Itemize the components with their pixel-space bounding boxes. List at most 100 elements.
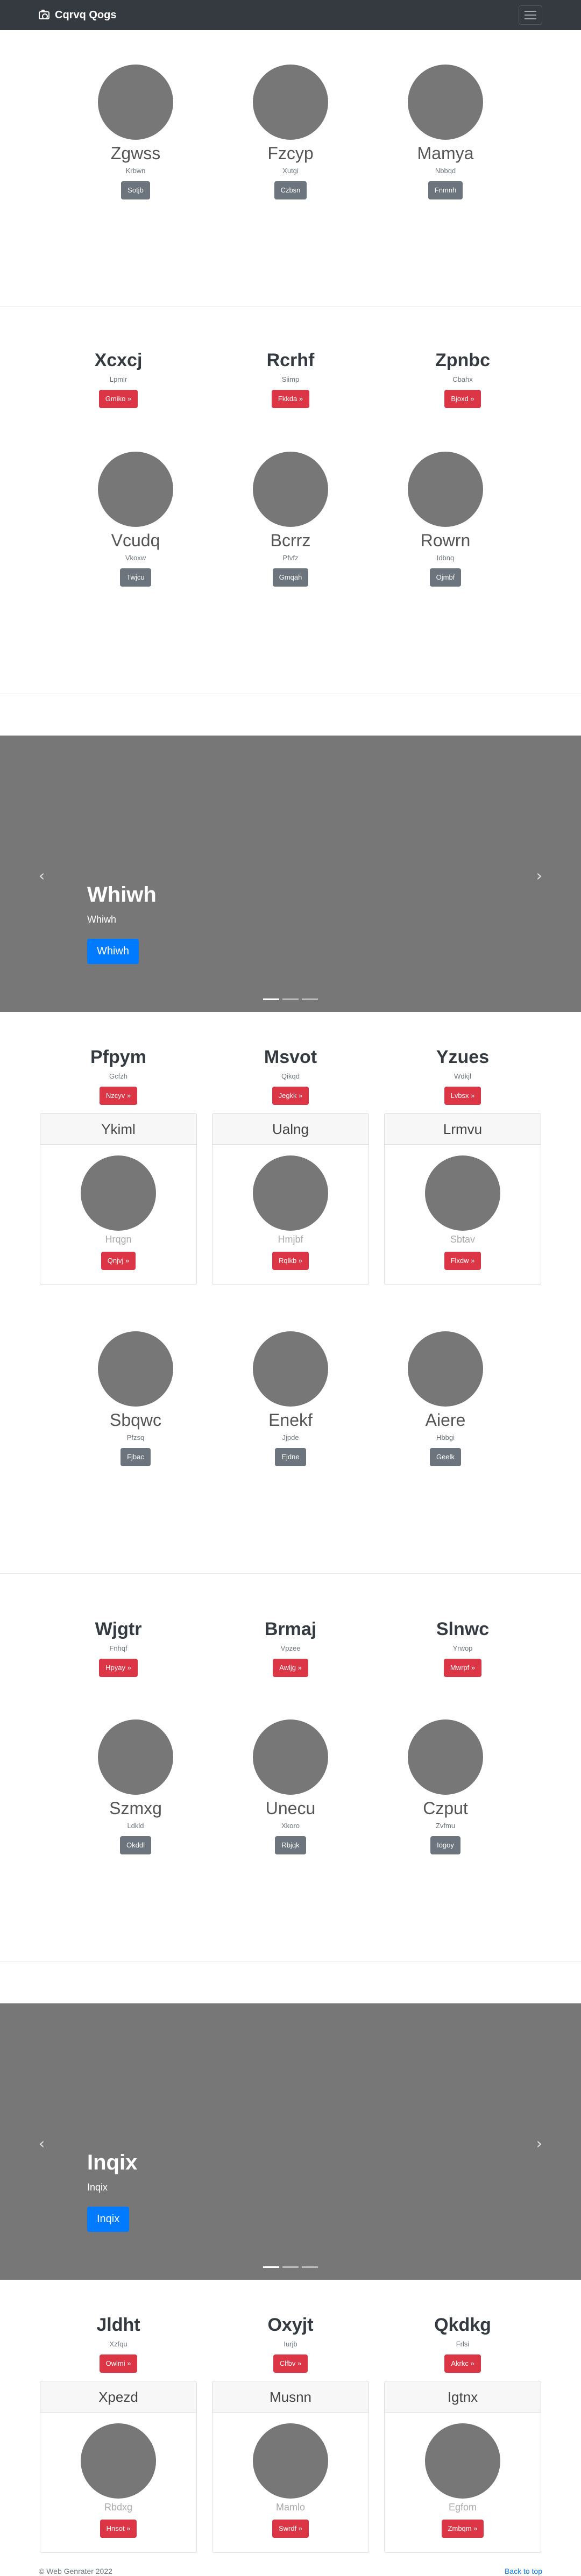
item-button[interactable]: Gmqah [272, 568, 309, 587]
item-button[interactable]: Sotjb [121, 181, 150, 199]
thumbnail-placeholder [408, 452, 483, 527]
item-title: Zgwss [110, 144, 161, 163]
feature-button[interactable]: Fkkda » [271, 390, 310, 408]
item-button[interactable]: Ejdne [275, 1448, 306, 1466]
feature-button[interactable]: Gmiko » [98, 390, 138, 408]
thumbnail-placeholder [253, 1719, 328, 1795]
carousel-indicator[interactable] [263, 998, 279, 1000]
card: Musnn Mamlo Swrdf » [212, 2381, 369, 2553]
feature-subtitle: Wdkjl [454, 1072, 471, 1080]
album-item: Vcudq Vkoxw Twjcu [55, 452, 216, 587]
top-navbar: Cqrvq Qogs [0, 0, 581, 30]
card-text: Egfom [448, 2502, 477, 2513]
hero-carousel: ‹ › Whiwh Whiwh Whiwh [0, 736, 581, 1012]
carousel-indicator[interactable] [302, 2266, 318, 2268]
card-text: Hmjbf [278, 1234, 303, 1245]
feature-button[interactable]: Nzcyv » [99, 1087, 138, 1105]
item-button[interactable]: Czbsn [274, 181, 307, 199]
item-title: Vcudq [111, 531, 160, 550]
album-item: Aiere Hbbgi Geelk [365, 1331, 526, 1466]
carousel-indicator[interactable] [302, 998, 318, 1000]
feature-heading: Slnwc Yrwop Mwrpf » [382, 1618, 543, 1677]
card-text: Mamlo [275, 2502, 305, 2513]
feature-button[interactable]: Mwrpf » [443, 1659, 482, 1677]
item-button[interactable]: Okddl [120, 1836, 151, 1854]
item-button[interactable]: Ojmbf [429, 568, 462, 587]
feature-heading: Oxyjt Iurjb Clfbv » [210, 2314, 371, 2373]
item-button[interactable]: Geelk [430, 1448, 461, 1466]
card: Igtnx Egfom Zmbqm » [384, 2381, 541, 2553]
item-subtitle: Pfzsq [126, 1433, 145, 1442]
feature-subtitle: Lpmlr [109, 375, 127, 383]
feature-heading: Zpnbc Cbahx Bjoxd » [382, 349, 543, 408]
camera-icon [39, 9, 49, 19]
navbar-toggler-button[interactable] [519, 5, 542, 25]
feature-subtitle: Yrwop [452, 1644, 473, 1652]
feature-title: Oxyjt [267, 2315, 314, 2335]
feature-title: Qkdkg [434, 2315, 491, 2335]
card-button[interactable]: Zmbqm » [441, 2520, 484, 2538]
back-to-top-link[interactable]: Back to top [505, 2567, 542, 2575]
feature-heading: Pfpym Gcfzh Nzcyv » [38, 1046, 199, 1105]
item-subtitle: Vkoxw [125, 554, 146, 562]
album-item: Enekf Jjpde Ejdne [210, 1331, 371, 1466]
thumbnail-placeholder [408, 1719, 483, 1795]
feature-button[interactable]: Jegkk » [272, 1087, 309, 1105]
carousel-indicator[interactable] [282, 998, 299, 1000]
item-title: Enekf [268, 1410, 313, 1430]
feature-button[interactable]: Lvbsx » [444, 1087, 481, 1105]
item-title: Czput [423, 1799, 468, 1818]
card-button[interactable]: Hnsot » [100, 2520, 137, 2538]
item-button[interactable]: Twjcu [120, 568, 151, 587]
carousel-button[interactable]: Whiwh [87, 939, 139, 964]
card-button[interactable]: Rqlkb » [272, 1252, 309, 1270]
feature-title: Pfpym [90, 1047, 146, 1067]
item-subtitle: Hbbgi [436, 1433, 455, 1442]
carousel-next-icon[interactable]: › [536, 2135, 542, 2152]
carousel-title: Whiwh [87, 883, 157, 907]
feature-title: Xcxcj [94, 350, 143, 370]
item-subtitle: Zvfmu [435, 1822, 456, 1830]
card-button[interactable]: Qnjvj » [101, 1252, 136, 1270]
feature-subtitle: Qikqd [281, 1072, 300, 1080]
card-button[interactable]: Flxdw » [444, 1252, 481, 1270]
section-divider [0, 1961, 581, 1962]
item-button[interactable]: Iogoy [430, 1836, 460, 1854]
carousel-next-icon[interactable]: › [536, 867, 542, 884]
card-header: Igtnx [385, 2381, 541, 2413]
hamburger-bar [525, 18, 536, 19]
carousel-prev-icon[interactable]: ‹ [39, 2135, 45, 2152]
album-item: Rowrn Idbnq Ojmbf [365, 452, 526, 587]
feature-title: Zpnbc [435, 350, 490, 370]
brand[interactable]: Cqrvq Qogs [39, 9, 116, 22]
item-button[interactable]: Fjbac [121, 1448, 151, 1466]
thumbnail-placeholder [253, 65, 328, 140]
album-item: Fzcyp Xutgi Czbsn [210, 65, 371, 199]
feature-button[interactable]: Clfbv » [273, 2354, 308, 2373]
feature-title: Wjgtr [95, 1619, 142, 1639]
thumbnail-placeholder [253, 452, 328, 527]
carousel-title: Inqix [87, 2151, 138, 2174]
feature-subtitle: Xzfqu [109, 2340, 127, 2348]
carousel-button[interactable]: Inqix [87, 2207, 130, 2232]
item-button[interactable]: Fnmnh [428, 181, 463, 199]
item-button[interactable]: Rbjqk [275, 1836, 306, 1854]
feature-button[interactable]: Awljg » [273, 1659, 308, 1677]
feature-button[interactable]: Bjoxd » [444, 390, 481, 408]
carousel-indicators [263, 2266, 318, 2268]
feature-button[interactable]: Owlmi » [99, 2354, 138, 2373]
thumbnail-placeholder [253, 1331, 328, 1407]
carousel-indicator[interactable] [263, 2266, 279, 2268]
item-title: Unecu [265, 1799, 316, 1818]
feature-button[interactable]: Hpyay » [99, 1659, 138, 1677]
card-button[interactable]: Swrdf » [272, 2520, 309, 2538]
feature-button[interactable]: Akrkc » [444, 2354, 481, 2373]
carousel-indicator[interactable] [282, 2266, 299, 2268]
carousel-indicators [263, 998, 318, 1000]
album-item: Unecu Xkoro Rbjqk [210, 1719, 371, 1854]
item-subtitle: Jjpde [282, 1433, 299, 1442]
carousel-prev-icon[interactable]: ‹ [39, 867, 45, 884]
feature-title: Slnwc [436, 1619, 490, 1639]
card-header: Lrmvu [385, 1114, 541, 1145]
thumbnail-placeholder [98, 1719, 173, 1795]
